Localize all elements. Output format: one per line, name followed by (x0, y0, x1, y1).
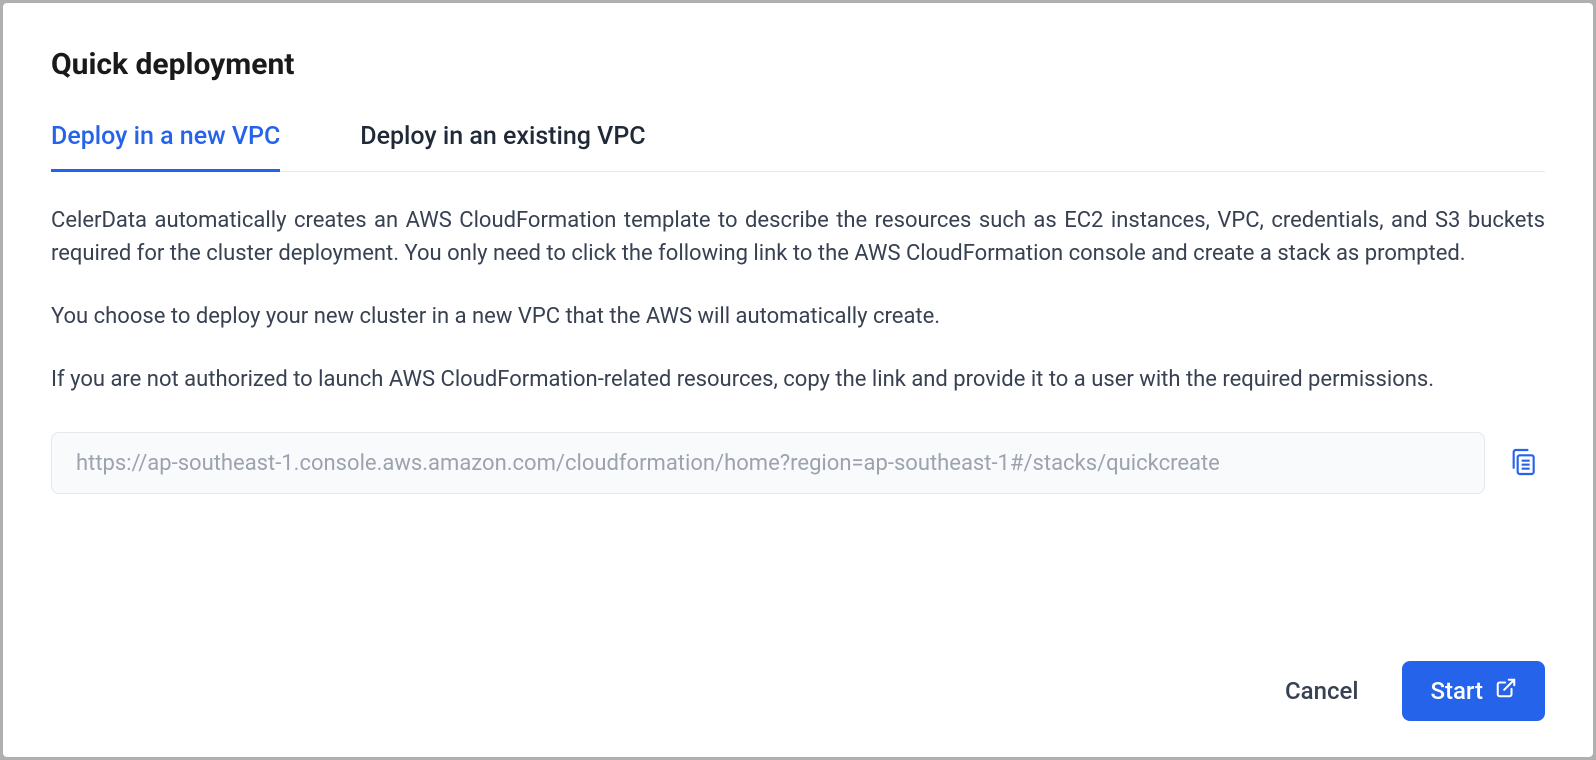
description-paragraph-3: If you are not authorized to launch AWS … (51, 363, 1545, 396)
tab-deploy-new-vpc[interactable]: Deploy in a new VPC (51, 122, 280, 172)
start-button-label: Start (1430, 677, 1483, 705)
tab-deploy-existing-vpc[interactable]: Deploy in an existing VPC (360, 122, 645, 172)
description-text: CelerData automatically creates an AWS C… (51, 204, 1545, 396)
modal-footer: Cancel Start (51, 661, 1545, 721)
cloudformation-url-input[interactable] (51, 432, 1485, 494)
modal-title: Quick deployment (51, 47, 1545, 82)
url-row (51, 432, 1545, 494)
external-link-icon (1495, 677, 1517, 705)
cancel-button[interactable]: Cancel (1285, 677, 1358, 705)
deployment-tabs: Deploy in a new VPC Deploy in an existin… (51, 122, 1545, 172)
start-button[interactable]: Start (1402, 661, 1545, 721)
tab-content: CelerData automatically creates an AWS C… (51, 204, 1545, 625)
description-paragraph-1: CelerData automatically creates an AWS C… (51, 204, 1545, 270)
quick-deployment-modal: Quick deployment Deploy in a new VPC Dep… (3, 3, 1593, 757)
description-paragraph-2: You choose to deploy your new cluster in… (51, 300, 1545, 333)
copy-url-button[interactable] (1501, 440, 1545, 487)
copy-icon (1507, 446, 1539, 481)
